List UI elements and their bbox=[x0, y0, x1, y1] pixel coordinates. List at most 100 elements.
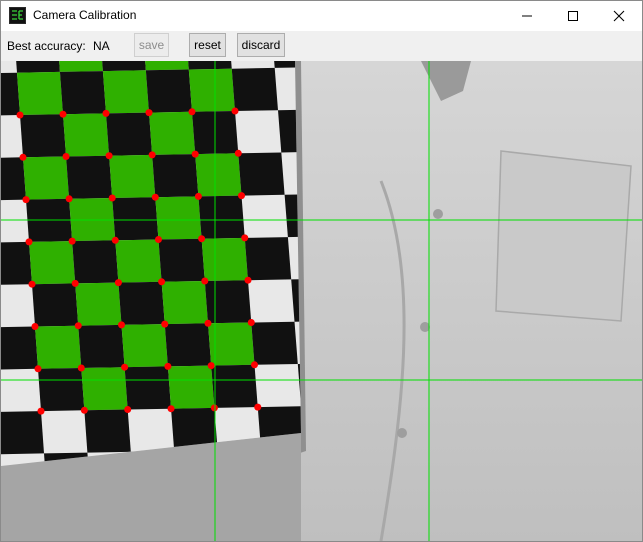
detected-corner-marker bbox=[244, 276, 252, 284]
detected-corner-marker bbox=[231, 107, 239, 115]
checkerboard-square bbox=[231, 67, 278, 111]
checkerboard-square bbox=[1, 72, 20, 116]
highlighted-square bbox=[188, 68, 235, 112]
detected-corner-marker bbox=[201, 277, 209, 285]
detected-corner-marker bbox=[118, 321, 125, 329]
detected-corner-marker bbox=[198, 235, 206, 243]
checkerboard-square bbox=[84, 409, 131, 453]
highlighted-square bbox=[142, 61, 189, 71]
detected-corner-marker bbox=[204, 319, 212, 327]
checkerboard-square bbox=[32, 283, 79, 327]
best-accuracy-label: Best accuracy: bbox=[7, 39, 86, 53]
detected-corner-marker bbox=[68, 237, 76, 245]
highlighted-square bbox=[56, 61, 103, 72]
detected-corner-marker bbox=[37, 407, 45, 415]
checkerboard-square bbox=[1, 326, 38, 370]
detected-corner-marker bbox=[247, 319, 255, 326]
minimize-icon bbox=[522, 15, 532, 16]
checkerboard-square bbox=[251, 321, 298, 365]
shirt-pocket bbox=[495, 150, 632, 322]
detected-corner-marker bbox=[145, 109, 153, 117]
highlighted-square bbox=[115, 239, 162, 283]
detected-corner-marker bbox=[161, 320, 169, 328]
checkerboard-square bbox=[72, 240, 119, 284]
detected-corner-marker bbox=[207, 362, 215, 370]
detected-corner-marker bbox=[210, 404, 218, 412]
checkerboard-square bbox=[112, 197, 159, 241]
window-title: Camera Calibration bbox=[33, 8, 137, 22]
detected-corner-marker bbox=[65, 195, 73, 203]
checkerboard-square bbox=[124, 366, 172, 410]
highlighted-square bbox=[63, 113, 110, 157]
detected-corner-marker bbox=[105, 152, 113, 160]
detected-corner-marker bbox=[114, 279, 122, 287]
detected-corner-marker bbox=[74, 322, 82, 330]
detected-corner-marker bbox=[34, 365, 42, 373]
checkerboard-square bbox=[238, 152, 285, 196]
discard-button[interactable]: discard bbox=[237, 33, 285, 57]
detected-corner-marker bbox=[80, 406, 88, 414]
highlighted-square bbox=[149, 111, 196, 155]
detected-corner-marker bbox=[251, 361, 258, 369]
checkerboard-square bbox=[244, 237, 292, 281]
detected-corner-marker bbox=[151, 193, 159, 201]
detected-corner-marker bbox=[124, 406, 132, 413]
save-button[interactable]: save bbox=[134, 33, 169, 57]
shirt-button bbox=[433, 209, 443, 219]
detected-corner-marker bbox=[167, 405, 175, 413]
checkerboard-square bbox=[211, 364, 258, 408]
highlighted-square bbox=[161, 281, 208, 325]
minimize-button[interactable] bbox=[504, 0, 550, 31]
reset-button[interactable]: reset bbox=[189, 33, 226, 57]
checkerboard-square bbox=[59, 71, 106, 115]
checkerboard-square bbox=[66, 155, 113, 199]
detected-corner-marker bbox=[25, 238, 33, 246]
checkerboard-square bbox=[1, 157, 26, 201]
detected-corner-marker bbox=[59, 110, 67, 118]
detected-corner-marker bbox=[234, 149, 242, 157]
detected-corner-marker bbox=[121, 363, 129, 371]
detected-corner-marker bbox=[102, 109, 110, 117]
camera-view[interactable] bbox=[1, 61, 642, 541]
detected-corner-marker bbox=[19, 153, 27, 161]
maximize-button[interactable] bbox=[550, 0, 596, 31]
highlighted-square bbox=[17, 71, 63, 115]
calibration-app-icon bbox=[9, 7, 26, 24]
detected-corner-marker bbox=[108, 194, 116, 202]
close-button[interactable] bbox=[596, 0, 642, 31]
toolbar: Best accuracy: NA save reset discard bbox=[0, 31, 643, 61]
highlighted-square bbox=[75, 282, 122, 326]
checkerboard-square bbox=[152, 154, 199, 198]
maximize-icon bbox=[568, 10, 578, 21]
detected-corner-marker bbox=[164, 362, 172, 370]
close-icon bbox=[613, 10, 625, 21]
checkerboard-square bbox=[99, 61, 146, 72]
detected-corner-marker bbox=[254, 403, 262, 411]
camera-calibration-window: Camera Calibration Best accuracy: NA sav… bbox=[0, 0, 643, 542]
checkerboard-square bbox=[204, 280, 252, 324]
detected-corner-marker bbox=[188, 108, 196, 116]
checkerboard-square bbox=[1, 241, 32, 285]
checkerboard-square bbox=[14, 61, 60, 73]
title-bar[interactable]: Camera Calibration bbox=[0, 0, 643, 31]
checkerboard-square bbox=[20, 114, 67, 158]
checkerboard-square bbox=[198, 195, 245, 239]
checkerboard-square bbox=[1, 411, 44, 455]
detected-corner-marker bbox=[71, 279, 79, 287]
detected-corner-marker bbox=[77, 364, 85, 372]
detected-corner-marker bbox=[191, 150, 199, 158]
checkerboard-square bbox=[118, 281, 165, 325]
detected-corner-marker bbox=[62, 153, 70, 160]
detected-corner-marker bbox=[238, 192, 245, 200]
checkerboard-square bbox=[185, 61, 232, 70]
checkerboard-square bbox=[106, 112, 153, 156]
highlighted-square bbox=[29, 241, 76, 285]
detected-corner-marker bbox=[16, 111, 24, 119]
checkerboard-square bbox=[38, 368, 85, 412]
detected-corner-marker bbox=[111, 236, 119, 244]
best-accuracy-value: NA bbox=[93, 39, 110, 53]
highlighted-square bbox=[201, 237, 248, 281]
highlighted-square bbox=[81, 367, 128, 411]
detected-corner-marker bbox=[158, 278, 166, 286]
highlighted-square bbox=[109, 154, 156, 198]
